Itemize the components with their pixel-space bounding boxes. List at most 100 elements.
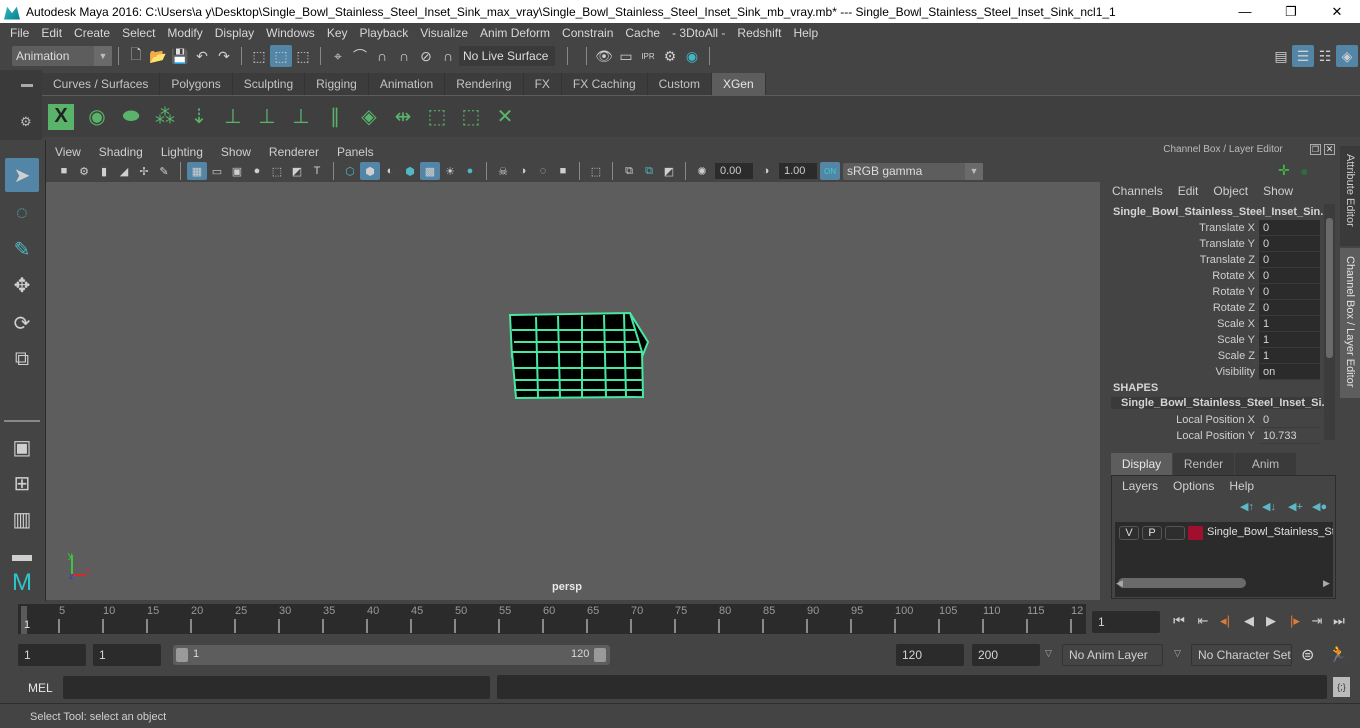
depth-of-field-icon[interactable]: ■ — [553, 162, 573, 180]
restore-button[interactable]: ❐ — [1268, 0, 1314, 23]
menu-help[interactable]: Help — [787, 26, 824, 40]
safe-title-icon[interactable]: T — [307, 162, 327, 180]
attr-value[interactable]: 1 — [1259, 316, 1320, 332]
current-frame-field[interactable]: 1 — [1092, 611, 1160, 633]
range-slider[interactable]: 1 120 — [173, 645, 610, 665]
menu-cache[interactable]: Cache — [619, 26, 666, 40]
scale-tool-icon[interactable]: ⧉ — [5, 342, 39, 376]
single-view-layout-icon[interactable]: ▣ — [5, 430, 39, 464]
create-layer-from-selected-icon[interactable]: ◀● — [1312, 500, 1327, 513]
manipulator-axis-icon[interactable]: ✛ — [1278, 162, 1290, 179]
smooth-shade-icon[interactable]: ⬢ — [360, 162, 380, 180]
panel-menu-renderer[interactable]: Renderer — [260, 145, 328, 159]
attr-value[interactable]: 0 — [1259, 300, 1320, 316]
xgen-bind-guides-icon[interactable]: ⇹ — [386, 100, 420, 134]
panel-menu-lighting[interactable]: Lighting — [152, 145, 212, 159]
attr-value[interactable]: 0 — [1259, 220, 1320, 236]
snap-surface-icon[interactable]: ∩ — [437, 45, 459, 67]
four-view-layout-icon[interactable]: ⊞ — [5, 466, 39, 500]
xgen-preview-eye-icon[interactable]: ◉ — [80, 100, 114, 134]
two-d-pan-zoom-icon[interactable]: ✢ — [134, 162, 154, 180]
shelf-tab-custom[interactable]: Custom — [647, 73, 712, 95]
attr-value[interactable]: 0 — [1259, 252, 1320, 268]
panel-menu-shading[interactable]: Shading — [90, 145, 152, 159]
attr-row[interactable]: Rotate Z 0 — [1110, 300, 1322, 316]
channel-box-scrollbar[interactable] — [1324, 204, 1335, 440]
ipr-render-icon[interactable]: IPR — [637, 45, 659, 67]
menu-modify[interactable]: Modify — [161, 26, 208, 40]
xgen-lock-guides-icon[interactable]: ⊥ — [284, 100, 318, 134]
field-chart-icon[interactable]: ⬚ — [267, 162, 287, 180]
move-layer-up-icon[interactable]: ◀↑ — [1240, 500, 1254, 513]
bookmark-icon[interactable]: ▮ — [94, 162, 114, 180]
attr-row[interactable]: Translate Y 0 — [1110, 236, 1322, 252]
anim-layer-chevron-icon[interactable]: ▽ — [1045, 648, 1052, 659]
resolution-gate-icon[interactable]: ▣ — [227, 162, 247, 180]
menu-edit[interactable]: Edit — [35, 26, 68, 40]
scrollbar-thumb[interactable] — [1326, 218, 1333, 358]
render-frame-icon[interactable]: ▭ — [615, 45, 637, 67]
modeling-toolkit-icon[interactable]: ▤ — [1270, 45, 1292, 67]
new-scene-icon[interactable]: 🗋 — [125, 45, 147, 67]
menu-create[interactable]: Create — [68, 26, 116, 40]
wireframe-icon[interactable]: ⬡ — [340, 162, 360, 180]
paint-select-tool-icon[interactable]: ✎ — [5, 232, 39, 266]
shelf-tab-xgen[interactable]: XGen — [711, 73, 766, 95]
panel-menu-panels[interactable]: Panels — [328, 145, 383, 159]
open-scene-icon[interactable]: 📂 — [147, 45, 169, 67]
layer-menu-help[interactable]: Help — [1229, 479, 1254, 493]
film-gate-icon[interactable]: ▭ — [207, 162, 227, 180]
attr-row[interactable]: Translate X 0 — [1110, 220, 1322, 236]
xray-active-icon[interactable]: ⧉ — [639, 162, 659, 180]
cb-menu-channels[interactable]: Channels — [1112, 184, 1163, 198]
snap-curve-icon[interactable]: ⌒ — [349, 45, 371, 67]
grid-toggle-icon[interactable]: ▦ — [187, 162, 207, 180]
menu-3dtoall[interactable]: - 3DtoAll - — [666, 26, 731, 40]
viewport-persp[interactable]: y x z persp — [46, 182, 1100, 600]
gamma-icon[interactable]: ◑ — [756, 162, 776, 180]
select-hierarchy-icon[interactable]: ⬚ — [248, 45, 270, 67]
attr-value[interactable]: 0 — [1259, 284, 1320, 300]
attr-value[interactable]: 0 — [1259, 236, 1320, 252]
safe-action-icon[interactable]: ◩ — [287, 162, 307, 180]
color-management-toggle[interactable]: ON — [820, 162, 840, 180]
live-surface-field[interactable]: No Live Surface — [459, 46, 555, 66]
attr-value[interactable]: 1 — [1259, 348, 1320, 364]
select-object-icon[interactable]: ⬚ — [270, 45, 292, 67]
command-input[interactable] — [63, 676, 490, 699]
attr-row[interactable]: Scale X 1 — [1110, 316, 1322, 332]
menu-windows[interactable]: Windows — [260, 26, 321, 40]
shelf-menu-icon[interactable] — [21, 84, 33, 87]
save-scene-icon[interactable]: 💾 — [169, 45, 191, 67]
command-language-label[interactable]: MEL — [28, 681, 53, 695]
float-panel-icon[interactable]: ❐ — [1310, 144, 1321, 155]
close-panel-icon[interactable]: ✕ — [1324, 144, 1335, 155]
shelf-tab-rendering[interactable]: Rendering — [445, 73, 524, 95]
create-layer-icon[interactable]: ◀+ — [1288, 500, 1303, 513]
snap-grid-icon[interactable]: ⌖ — [327, 45, 349, 67]
attr-row[interactable]: Translate Z 0 — [1110, 252, 1322, 268]
range-start-handle[interactable] — [176, 648, 188, 662]
gamma-field[interactable]: 1.00 — [779, 163, 817, 179]
snap-view-plane-icon[interactable]: ∩ — [393, 45, 415, 67]
snap-point-icon[interactable]: ∩ — [371, 45, 393, 67]
attr-row[interactable]: Local Position X 0 — [1110, 412, 1322, 428]
xgen-show-guides-icon[interactable]: ⊥ — [250, 100, 284, 134]
cb-toggle-icon[interactable]: ● — [1300, 163, 1308, 179]
shelf-tab-animation[interactable]: Animation — [368, 73, 446, 95]
xgen-clear-preview-icon[interactable]: ⬬ — [114, 100, 148, 134]
motion-blur-icon[interactable]: ◑ — [513, 162, 533, 180]
anti-aliasing-icon[interactable]: ◌ — [533, 162, 553, 180]
end-time-field[interactable]: 200 — [972, 644, 1040, 666]
minimize-button[interactable]: — — [1222, 0, 1268, 23]
shelf-tab-fx-caching[interactable]: FX Caching — [561, 73, 648, 95]
layer-visibility-toggle[interactable]: V — [1119, 526, 1139, 540]
scroll-left-icon[interactable]: ◀ — [1116, 578, 1123, 589]
outliner-layout-icon[interactable]: ▥ — [5, 502, 39, 536]
layer-name[interactable]: Single_Bowl_Stainless_St — [1207, 526, 1333, 538]
camera-attributes-icon[interactable]: ⚙ — [74, 162, 94, 180]
xray-joints-icon[interactable]: ⧉ — [619, 162, 639, 180]
grease-pencil-icon[interactable]: ✎ — [154, 162, 174, 180]
channel-box-toggle-icon[interactable]: ◈ — [1336, 45, 1358, 67]
animation-preferences-icon[interactable]: 🏃 — [1328, 644, 1348, 664]
